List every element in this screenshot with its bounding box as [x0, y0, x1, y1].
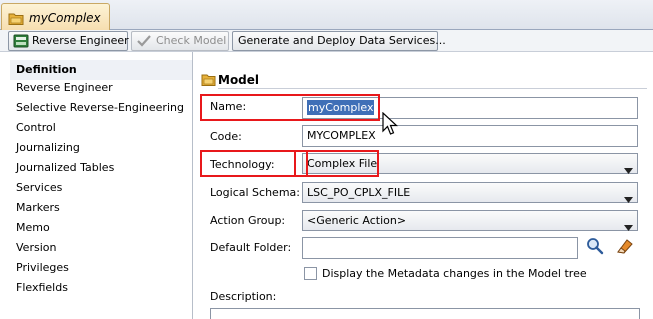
default-folder-label: Default Folder:	[210, 241, 292, 254]
section-divider	[218, 88, 647, 89]
nav-item-privileges[interactable]: Privileges	[0, 258, 192, 278]
display-metadata-label: Display the Metadata changes in the Mode…	[322, 267, 587, 280]
definition-nav: Definition Reverse Engineer Selective Re…	[0, 52, 193, 319]
chevron-down-icon	[624, 190, 633, 209]
nav-item-services[interactable]: Services	[0, 178, 192, 198]
nav-item-version[interactable]: Version	[0, 238, 192, 258]
nav-item-reverse-engineer[interactable]: Reverse Engineer	[0, 78, 192, 98]
chevron-down-icon	[624, 218, 633, 237]
nav-item-definition[interactable]: Definition	[10, 60, 192, 80]
action-group-select[interactable]: <Generic Action>	[302, 210, 638, 231]
editor-tab-label: myComplex	[29, 11, 101, 25]
chevron-down-icon	[624, 161, 633, 180]
mouse-cursor-icon	[382, 111, 399, 139]
model-folder-icon	[201, 73, 216, 90]
technology-value-highlight-box	[294, 150, 379, 177]
clear-eraser-icon[interactable]	[615, 237, 635, 258]
editor-toolbar: Reverse Engineer Check Model Generate an…	[0, 30, 653, 52]
nav-item-selective-reverse-engineering[interactable]: Selective Reverse-Engineering	[0, 98, 192, 118]
logical-schema-value: LSC_PO_CPLX_FILE	[307, 186, 411, 199]
section-title-label: Model	[218, 73, 260, 87]
reverse-engineer-label: Reverse Engineer	[32, 34, 129, 47]
code-field[interactable]: MYCOMPLEX	[302, 125, 638, 147]
action-group-value: <Generic Action>	[307, 214, 407, 227]
technology-highlight-box	[200, 150, 308, 177]
logical-schema-label: Logical Schema:	[210, 186, 300, 199]
nav-item-journalized-tables[interactable]: Journalized Tables	[0, 158, 192, 178]
code-value: MYCOMPLEX	[307, 129, 376, 142]
default-folder-field[interactable]	[302, 237, 578, 259]
check-model-button[interactable]: Check Model	[131, 31, 229, 51]
nav-item-memo[interactable]: Memo	[0, 218, 192, 238]
check-icon	[136, 34, 152, 54]
code-label: Code:	[210, 130, 242, 143]
name-highlight-box	[200, 94, 380, 121]
nav-item-journalizing[interactable]: Journalizing	[0, 138, 192, 158]
nav-item-markers[interactable]: Markers	[0, 198, 192, 218]
model-folder-icon	[8, 12, 24, 28]
check-model-label: Check Model	[156, 34, 227, 47]
reverse-engineer-icon	[13, 34, 29, 54]
generate-deploy-button[interactable]: Generate and Deploy Data Services...	[232, 31, 446, 51]
editor-tab-strip: myComplex	[0, 0, 653, 30]
display-metadata-checkbox[interactable]	[304, 267, 317, 280]
action-group-label: Action Group:	[210, 214, 286, 227]
nav-item-control[interactable]: Control	[0, 118, 192, 138]
model-definition-panel: Model Name: myComplex Code: MYCOMPLEX Te…	[194, 52, 653, 319]
nav-item-flexfields[interactable]: Flexfields	[0, 278, 192, 298]
reverse-engineer-button[interactable]: Reverse Engineer	[8, 31, 129, 54]
generate-deploy-label: Generate and Deploy Data Services...	[238, 34, 446, 47]
description-label: Description:	[210, 290, 277, 303]
search-icon[interactable]	[586, 237, 604, 258]
logical-schema-select[interactable]: LSC_PO_CPLX_FILE	[302, 182, 638, 203]
description-textarea[interactable]	[210, 308, 640, 319]
editor-tab-mycomplex[interactable]: myComplex	[1, 3, 110, 30]
